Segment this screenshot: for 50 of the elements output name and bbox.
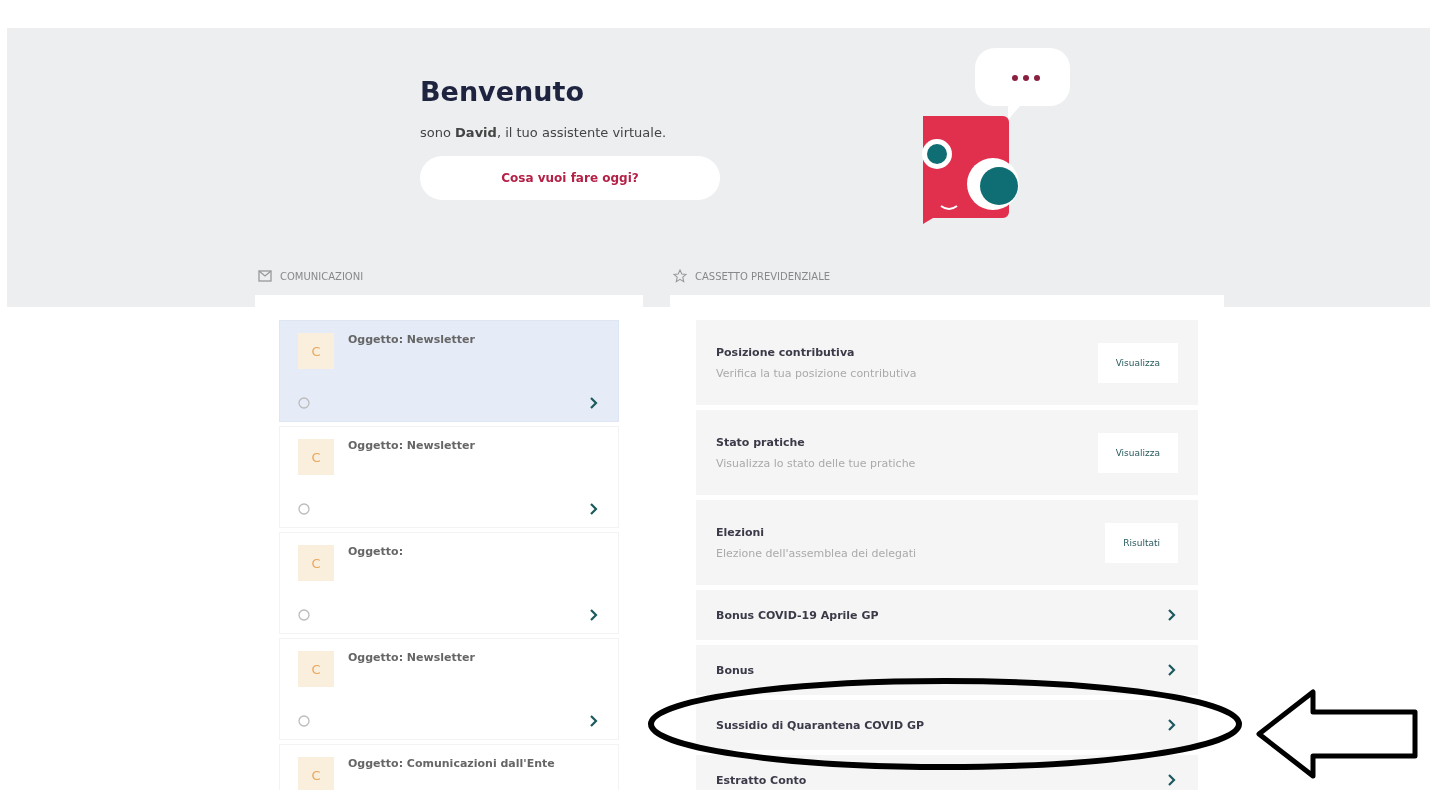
chevron-right-icon [1166, 664, 1178, 676]
chevron-right-icon [1166, 609, 1178, 621]
view-button[interactable]: Visualizza [1097, 342, 1178, 383]
section-heading: COMUNICAZIONI [280, 270, 364, 282]
avatar-letter: C [298, 333, 334, 369]
chevron-right-icon [588, 503, 600, 515]
service-title: Estratto Conto [716, 773, 807, 787]
clock-icon [298, 503, 310, 515]
message-item[interactable]: C Oggetto: Newsletter [279, 320, 619, 422]
service-title: Bonus [716, 663, 755, 677]
message-item[interactable]: C Oggetto: [279, 532, 619, 634]
message-item[interactable]: C Oggetto: Newsletter [279, 638, 619, 740]
message-subject: Oggetto: Newsletter [348, 439, 475, 454]
message-item[interactable]: C Oggetto: Comunicazioni dall'Ente [279, 744, 619, 790]
chevron-right-icon [588, 609, 600, 621]
section-heading: CASSETTO PREVIDENZIALE [695, 270, 831, 282]
view-button[interactable]: Visualizza [1097, 432, 1178, 473]
service-title: Stato pratiche [716, 435, 806, 449]
mail-icon [258, 270, 272, 282]
chevron-right-icon [1166, 774, 1178, 786]
greeting-text: sono David, il tuo assistente virtuale. [420, 125, 667, 140]
message-subject: Oggetto: [348, 545, 404, 560]
service-link-row[interactable]: Bonus COVID-19 Aprile GP [696, 590, 1198, 640]
service-title: Posizione contributiva [716, 345, 856, 359]
service-description: Verifica la tua posizione contributiva [716, 366, 917, 380]
clock-icon [298, 609, 310, 621]
avatar-letter: C [298, 757, 334, 790]
service-title: Bonus COVID-19 Aprile GP [716, 608, 879, 622]
chevron-right-icon [588, 397, 600, 409]
message-item[interactable]: C Oggetto: Newsletter [279, 426, 619, 528]
message-subject: Oggetto: Newsletter [348, 333, 475, 348]
service-link-row[interactable]: Bonus [696, 645, 1198, 695]
prompt-button[interactable]: Cosa vuoi fare oggi? [420, 156, 720, 200]
service-description: Visualizza lo stato delle tue pratiche [716, 456, 916, 470]
clock-icon [298, 715, 310, 727]
avatar-letter: C [298, 439, 334, 475]
message-subject: Oggetto: Newsletter [348, 651, 475, 666]
welcome-title: Benvenuto [420, 76, 584, 107]
avatar-letter: C [298, 545, 334, 581]
chevron-right-icon [588, 715, 600, 727]
star-icon [673, 269, 687, 283]
avatar-letter: C [298, 651, 334, 687]
service-title: Elezioni [716, 525, 766, 539]
clock-icon [298, 397, 310, 409]
message-subject: Oggetto: Comunicazioni dall'Ente [348, 757, 555, 772]
service-title: Sussidio di Quarantena COVID GP [716, 718, 924, 732]
service-description: Elezione dell'assemblea dei delegati [716, 546, 917, 560]
view-button[interactable]: Risultati [1105, 522, 1178, 563]
service-link-row[interactable]: Sussidio di Quarantena COVID GP [696, 700, 1198, 750]
chevron-right-icon [1166, 719, 1178, 731]
